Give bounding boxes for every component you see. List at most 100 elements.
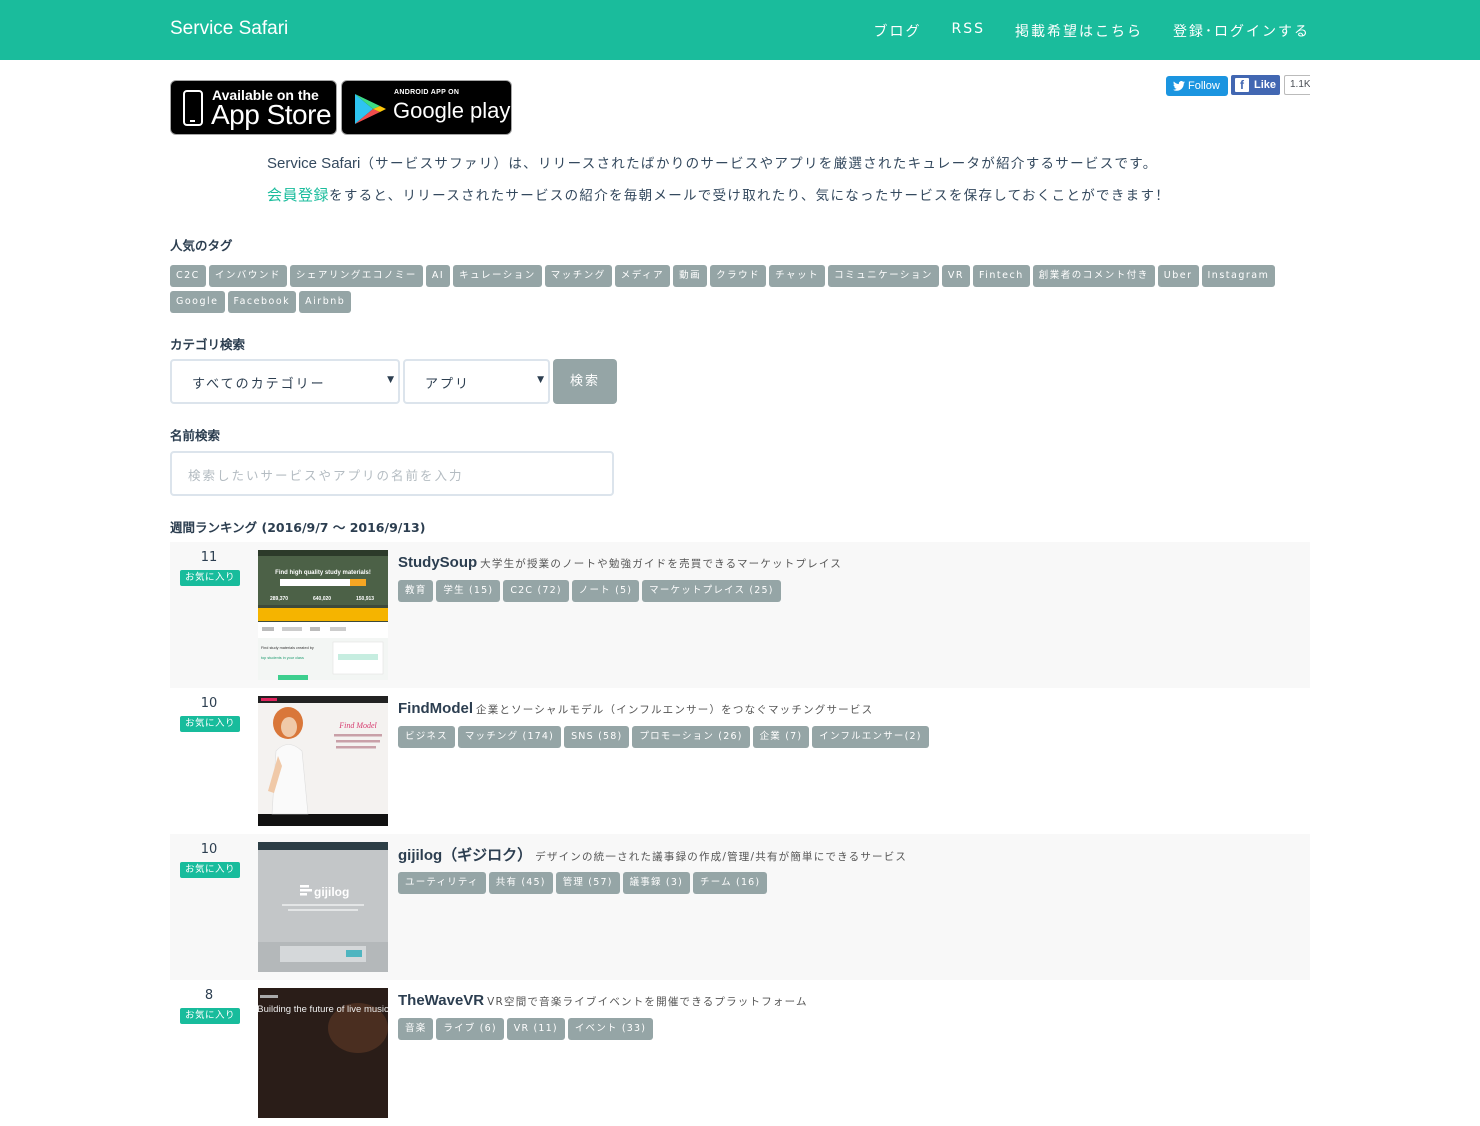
service-tag[interactable]: ノート (5) <box>571 580 640 602</box>
tag[interactable]: Google <box>170 291 225 313</box>
name-search-input[interactable]: 検索したいサービスやアプリの名前を入力 <box>170 451 614 496</box>
navbar: Service Safari ブログ RSS 掲載希望はこちら 登録･ログインす… <box>0 0 1480 60</box>
tag[interactable]: インバウンド <box>208 265 287 287</box>
service-tag[interactable]: チーム (16) <box>693 872 768 894</box>
service-thumbnail[interactable]: Find Model <box>258 696 388 826</box>
tag[interactable]: キュレーション <box>453 265 542 287</box>
facebook-like-label: Like <box>1254 79 1277 91</box>
service-tag[interactable]: 企業 (7) <box>752 726 810 748</box>
service-tags: ビジネス マッチング (174) SNS (58) プロモーション (26) 企… <box>398 726 929 748</box>
facebook-like-count: 1.1K <box>1284 75 1310 95</box>
service-name[interactable]: StudySoup <box>398 554 477 571</box>
thumb-stat: 640,020 <box>313 596 331 602</box>
service-title-line: gijilog（ギジロク） デザインの統一された議事録の作成/管理/共有が簡単にで… <box>398 844 907 865</box>
tag[interactable]: C2C <box>170 265 206 287</box>
service-thumbnail[interactable]: Find high quality study materials! 289,3… <box>258 550 388 680</box>
appstore-line2: App Store <box>211 99 332 130</box>
tag[interactable]: Instagram <box>1201 265 1276 287</box>
vote-count: 10 <box>200 842 218 857</box>
service-description: デザインの統一された議事録の作成/管理/共有が簡単にできるサービス <box>535 851 908 863</box>
vote-count: 10 <box>200 696 218 711</box>
twitter-bird-icon <box>1173 81 1185 91</box>
tag[interactable]: 創業者のコメント付き <box>1032 265 1155 287</box>
service-tag[interactable]: 教育 <box>398 580 434 602</box>
service-description: 大学生が授業のノートや勉強ガイドを売買できるマーケットプレイス <box>480 558 842 570</box>
service-thumbnail[interactable]: Building the future of live music <box>258 988 388 1118</box>
intro-brand: Service Safari <box>267 155 361 172</box>
facebook-icon: f <box>1235 78 1249 92</box>
caret-down-icon: ▼ <box>387 375 394 385</box>
ranking-row: 11 お気に入り Find high quality study materia… <box>170 542 1310 688</box>
service-tag[interactable]: プロモーション (26) <box>632 726 750 748</box>
service-tag[interactable]: C2C (72) <box>503 580 569 602</box>
intro-line2-text: をすると、リリースされたサービスの紹介を毎朝メールで受け取れたり、気になったサー… <box>329 188 1171 204</box>
tag[interactable]: 動画 <box>673 265 708 287</box>
category-select[interactable]: すべてのカテゴリー ▼ <box>170 359 400 404</box>
thumb-text: top students in your class <box>261 656 304 660</box>
service-description: 企業とソーシャルモデル（インフルエンサー）をつなぐマッチングサービス <box>476 704 874 716</box>
service-tag[interactable]: ビジネス <box>398 726 455 748</box>
tag[interactable]: Facebook <box>227 291 297 313</box>
popular-tags-list: C2C インバウンド シェアリングエコノミー AI キュレーション マッチング … <box>170 265 1310 313</box>
service-tag[interactable]: ユーティリティ <box>398 872 486 894</box>
vote-count: 11 <box>200 550 218 565</box>
google-play-badge[interactable]: ANDROID APP ON Google play <box>341 80 512 135</box>
service-tag[interactable]: 管理 (57) <box>555 872 620 894</box>
tag[interactable]: メディア <box>614 265 671 287</box>
ranking-row: 10 お気に入り Find Model FindModel 企業とソーシャルモデル… <box>170 688 1310 834</box>
google-play-icon <box>355 94 386 124</box>
app-store-badge[interactable]: Available on the App Store <box>170 80 337 135</box>
type-select[interactable]: アプリ ▼ <box>403 359 550 404</box>
tag[interactable]: Uber <box>1157 265 1199 287</box>
signup-link[interactable]: 会員登録 <box>267 186 329 204</box>
nav-rss[interactable]: RSS <box>951 21 985 41</box>
tag[interactable]: クラウド <box>710 265 767 287</box>
favorite-button[interactable]: お気に入り <box>180 716 240 732</box>
service-tag[interactable]: 共有 (45) <box>488 872 553 894</box>
thumb-logo: gijilog <box>314 885 349 899</box>
favorite-button[interactable]: お気に入り <box>180 1008 240 1024</box>
service-title-line: StudySoup 大学生が授業のノートや勉強ガイドを売買できるマーケットプレイス <box>398 552 842 571</box>
service-thumbnail[interactable]: gijilog <box>258 842 388 972</box>
popular-tags-title: 人気のタグ <box>170 238 233 253</box>
service-tag[interactable]: 議事録 (3) <box>622 872 690 894</box>
service-tag[interactable]: インフルエンサー(2) <box>812 726 929 748</box>
twitter-follow-button[interactable]: Follow <box>1166 76 1228 96</box>
tag[interactable]: Airbnb <box>299 291 352 313</box>
service-name[interactable]: FindModel <box>398 700 473 717</box>
favorite-button[interactable]: お気に入り <box>180 570 240 586</box>
nav-blog[interactable]: ブログ <box>873 21 921 41</box>
intro-line1-text: （サービスサファリ）は、リリースされたばかりのサービスやアプリを厳選されたキュレ… <box>360 156 1158 172</box>
tag[interactable]: コミュニケーション <box>828 265 939 287</box>
service-tag[interactable]: マッチング (174) <box>457 726 562 748</box>
service-name[interactable]: gijilog（ギジロク） <box>398 847 532 864</box>
service-tag[interactable]: マーケットプレイス (25) <box>642 580 781 602</box>
tag[interactable]: Fintech <box>973 265 1030 287</box>
facebook-like-button[interactable]: f Like <box>1231 75 1280 95</box>
main-nav: ブログ RSS 掲載希望はこちら 登録･ログインする <box>873 21 1310 41</box>
tag[interactable]: VR <box>941 265 970 287</box>
service-tag[interactable]: 学生 (15) <box>436 580 501 602</box>
thumb-headline: Find high quality study materials! <box>275 570 371 576</box>
name-search-title: 名前検索 <box>170 428 221 443</box>
brand-logo[interactable]: Service Safari <box>170 18 288 40</box>
ranking-row: 8 お気に入り Building the future of live musi… <box>170 980 1310 1126</box>
gplay-line2: Google play <box>393 98 511 123</box>
intro-line1: Service Safari（サービスサファリ）は、リリースされたばかりのサービ… <box>267 152 1158 172</box>
favorite-button[interactable]: お気に入り <box>180 862 240 878</box>
nav-listing-request[interactable]: 掲載希望はこちら <box>1015 21 1143 41</box>
tag[interactable]: AI <box>425 265 451 287</box>
search-button[interactable]: 検索 <box>553 359 617 404</box>
type-select-value: アプリ <box>425 377 471 392</box>
nav-signup-login[interactable]: 登録･ログインする <box>1173 21 1310 41</box>
caret-down-icon: ▼ <box>537 375 544 385</box>
tag[interactable]: シェアリングエコノミー <box>289 265 423 287</box>
service-tag[interactable]: SNS (58) <box>564 726 630 748</box>
service-name[interactable]: TheWaveVR <box>398 992 484 1009</box>
tag[interactable]: チャット <box>769 265 826 287</box>
service-tags: 教育 学生 (15) C2C (72) ノート (5) マーケットプレイス (2… <box>398 580 781 602</box>
service-title-line: FindModel 企業とソーシャルモデル（インフルエンサー）をつなぐマッチングサ… <box>398 698 873 717</box>
thumb-text: Find study materials created by <box>261 646 314 650</box>
tag[interactable]: マッチング <box>544 265 612 287</box>
thumb-stat: 289,370 <box>270 596 288 602</box>
